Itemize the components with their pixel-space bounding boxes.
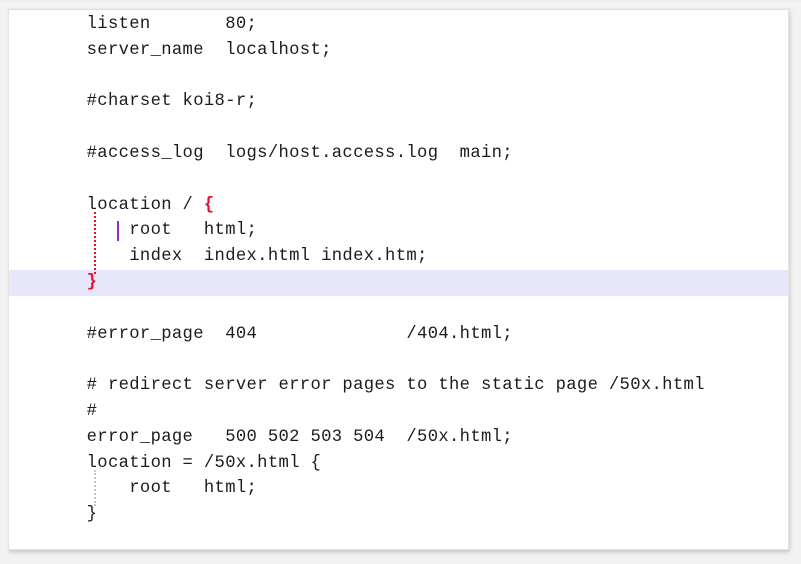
code-text: root html; — [44, 221, 258, 241]
code-line[interactable]: listen 80; — [9, 12, 788, 38]
window-top-strip — [0, 0, 801, 9]
indent-guide — [94, 470, 97, 507]
code-line[interactable] — [9, 115, 788, 141]
code-line[interactable]: location / { — [9, 193, 788, 219]
code-text: server_name localhost; — [44, 40, 332, 60]
panel-bottom-shadow — [8, 550, 789, 556]
code-line[interactable] — [9, 347, 788, 373]
matched-brace: } — [86, 273, 98, 292]
code-line[interactable]: } — [9, 502, 788, 528]
matched-brace: { — [203, 195, 215, 215]
code-line[interactable]: location = /50x.html { — [9, 451, 788, 477]
code-line[interactable]: root html; — [9, 218, 788, 244]
code-line[interactable]: } — [9, 270, 788, 296]
text-caret — [116, 221, 119, 242]
indent-guide — [94, 212, 97, 274]
code-line[interactable] — [9, 64, 788, 90]
editor-window: listen 80; server_name localhost; #chars… — [0, 0, 801, 564]
code-text: error_page 500 502 503 504 /50x.html; — [44, 427, 513, 447]
code-line[interactable]: index index.html index.htm; — [9, 244, 788, 270]
code-text: #charset koi8-r; — [44, 92, 258, 112]
code-text: index index.html index.htm; — [44, 247, 428, 267]
code-text: listen 80; — [44, 15, 258, 34]
code-text: location / — [44, 195, 204, 215]
code-line[interactable]: server_name localhost; — [9, 38, 788, 64]
code-line[interactable]: root html; — [9, 476, 788, 502]
code-line[interactable] — [9, 296, 788, 322]
code-text: #error_page 404 /404.html; — [44, 324, 513, 344]
code-text: } — [44, 505, 98, 525]
code-editor-panel[interactable]: listen 80; server_name localhost; #chars… — [8, 9, 789, 550]
code-line[interactable]: #error_page 404 /404.html; — [9, 322, 788, 348]
code-text: location = /50x.html { — [44, 453, 322, 473]
code-line[interactable] — [9, 167, 788, 193]
code-text: # — [44, 402, 98, 421]
code-text-surface[interactable]: listen 80; server_name localhost; #chars… — [9, 10, 788, 549]
code-text: root html; — [44, 479, 258, 499]
code-line[interactable]: #access_log logs/host.access.log main; — [9, 141, 788, 167]
code-text: #access_log logs/host.access.log main; — [44, 144, 513, 163]
code-text: # redirect server error pages to the sta… — [44, 376, 705, 396]
code-line[interactable]: # redirect server error pages to the sta… — [9, 373, 788, 399]
code-line[interactable]: error_page 500 502 503 504 /50x.html; — [9, 425, 788, 451]
code-line[interactable]: #charset koi8-r; — [9, 89, 788, 115]
code-line[interactable]: # — [9, 399, 788, 425]
